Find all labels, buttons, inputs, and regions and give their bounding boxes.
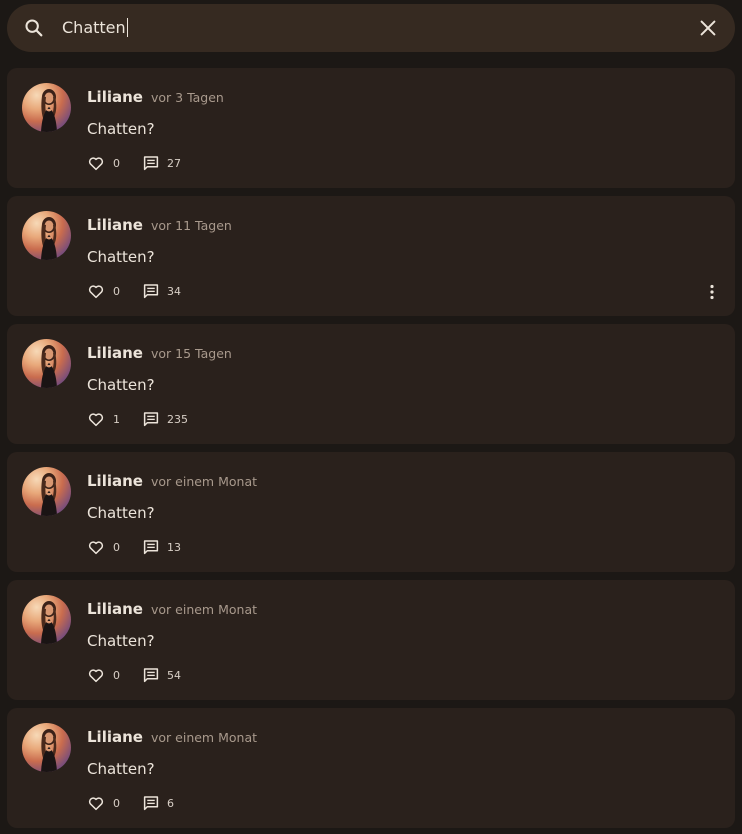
heart-icon[interactable] <box>87 666 105 684</box>
post-author[interactable]: Liliane <box>87 87 143 107</box>
post-actions: 0 27 <box>87 154 181 172</box>
post-author[interactable]: Liliane <box>87 343 143 363</box>
post-card[interactable]: Liliane vor einem Monat Chatten? 0 54 <box>7 580 735 700</box>
post-actions: 0 54 <box>87 666 181 684</box>
post-text: Chatten? <box>87 504 155 522</box>
avatar[interactable] <box>22 595 71 644</box>
comment-count: 54 <box>167 668 181 682</box>
comment-icon[interactable] <box>142 282 160 300</box>
post-card[interactable]: Liliane vor einem Monat Chatten? 0 6 <box>7 708 735 828</box>
post-timestamp: vor einem Monat <box>151 602 257 617</box>
like-count: 0 <box>113 540 120 554</box>
avatar[interactable] <box>22 83 71 132</box>
post-author[interactable]: Liliane <box>87 471 143 491</box>
like-count: 0 <box>113 156 120 170</box>
post-text: Chatten? <box>87 248 155 266</box>
post-text: Chatten? <box>87 376 155 394</box>
post-author[interactable]: Liliane <box>87 599 143 619</box>
search-bar[interactable]: Chatten <box>7 4 735 52</box>
avatar[interactable] <box>22 723 71 772</box>
post-actions: 0 13 <box>87 538 181 556</box>
post-actions: 1 235 <box>87 410 188 428</box>
heart-icon[interactable] <box>87 154 105 172</box>
comment-icon[interactable] <box>142 666 160 684</box>
more-dot <box>710 290 714 294</box>
comment-icon[interactable] <box>142 410 160 428</box>
post-text: Chatten? <box>87 760 155 778</box>
comment-icon[interactable] <box>142 538 160 556</box>
comment-count: 235 <box>167 412 188 426</box>
post-card[interactable]: Liliane vor 3 Tagen Chatten? 0 27 <box>7 68 735 188</box>
avatar[interactable] <box>22 467 71 516</box>
like-count: 0 <box>113 796 120 810</box>
post-actions: 0 6 <box>87 794 174 812</box>
heart-icon[interactable] <box>87 410 105 428</box>
like-count: 0 <box>113 668 120 682</box>
comment-count: 13 <box>167 540 181 554</box>
post-timestamp: vor einem Monat <box>151 730 257 745</box>
search-query: Chatten <box>62 18 126 37</box>
avatar[interactable] <box>22 339 71 388</box>
search-input[interactable]: Chatten <box>62 17 128 39</box>
avatar[interactable] <box>22 211 71 260</box>
comment-count: 34 <box>167 284 181 298</box>
post-author[interactable]: Liliane <box>87 727 143 747</box>
heart-icon[interactable] <box>87 282 105 300</box>
more-vertical-icon[interactable] <box>709 284 715 300</box>
post-author[interactable]: Liliane <box>87 215 143 235</box>
post-text: Chatten? <box>87 632 155 650</box>
heart-icon[interactable] <box>87 794 105 812</box>
like-count: 0 <box>113 284 120 298</box>
close-icon[interactable] <box>697 17 719 39</box>
post-timestamp: vor 3 Tagen <box>151 90 224 105</box>
more-dot <box>710 284 714 289</box>
post-timestamp: vor einem Monat <box>151 474 257 489</box>
heart-icon[interactable] <box>87 538 105 556</box>
text-caret <box>126 18 128 37</box>
search-icon <box>25 19 43 37</box>
post-card[interactable]: Liliane vor einem Monat Chatten? 0 13 <box>7 452 735 572</box>
like-count: 1 <box>113 412 120 426</box>
post-card[interactable]: Liliane vor 15 Tagen Chatten? 1 235 <box>7 324 735 444</box>
post-card[interactable]: Liliane vor 11 Tagen Chatten? 0 34 <box>7 196 735 316</box>
more-dot <box>710 295 714 300</box>
comment-icon[interactable] <box>142 794 160 812</box>
post-timestamp: vor 11 Tagen <box>151 218 232 233</box>
comment-count: 6 <box>167 796 174 810</box>
post-timestamp: vor 15 Tagen <box>151 346 232 361</box>
post-text: Chatten? <box>87 120 155 138</box>
comment-icon[interactable] <box>142 154 160 172</box>
post-actions: 0 34 <box>87 282 181 300</box>
comment-count: 27 <box>167 156 181 170</box>
